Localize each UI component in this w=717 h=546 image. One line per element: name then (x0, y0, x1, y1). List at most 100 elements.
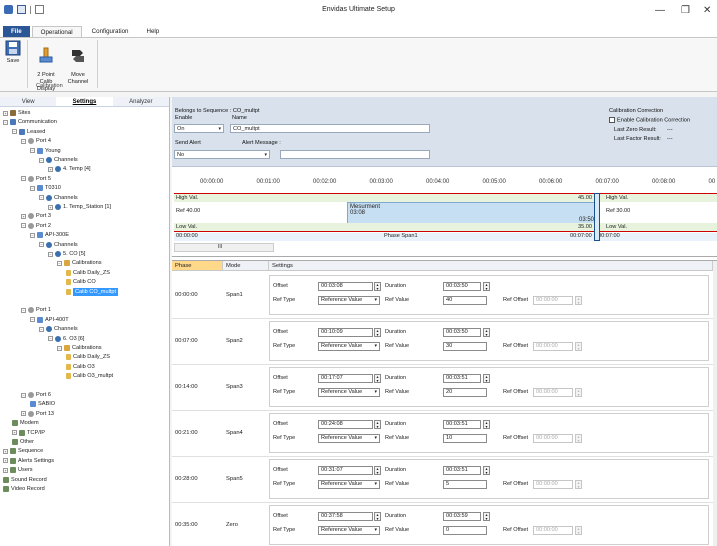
tree-node[interactable]: + Sites (3, 109, 30, 117)
expand-icon[interactable]: + (48, 204, 53, 210)
tree-node[interactable]: Calib O3_multpt (66, 372, 113, 380)
ref-value-input[interactable]: 0 (443, 526, 487, 535)
tree-node[interactable]: + Users (3, 466, 33, 474)
tree-node[interactable]: − Young (30, 147, 61, 155)
collapse-icon[interactable]: − (21, 392, 26, 398)
collapse-icon[interactable]: − (57, 345, 62, 351)
tab-settings[interactable]: Settings (56, 97, 113, 106)
tree-node[interactable]: − Port 2 (21, 222, 51, 230)
tree-node[interactable]: +1. Temp_Station [1] (48, 203, 111, 211)
collapse-icon[interactable]: − (21, 176, 26, 182)
ref-value-input[interactable]: 20 (443, 388, 487, 397)
ref-value-input[interactable]: 40 (443, 296, 487, 305)
phase-boundary-marker[interactable] (594, 193, 600, 241)
tree-node[interactable]: − Calibrations (57, 259, 102, 267)
ref-type-select[interactable]: Reference Value ▾ (318, 342, 380, 351)
measurement-block[interactable]: Mesurment 03:08 03:50 (347, 202, 597, 224)
alert-message-input[interactable] (280, 150, 430, 159)
collapse-icon[interactable]: − (3, 119, 8, 125)
expand-icon[interactable]: + (3, 458, 8, 464)
two-point-calib-display-button[interactable]: 2 Point Calib Display (31, 40, 61, 100)
enable-calibration-checkbox[interactable] (609, 117, 615, 123)
tree-node[interactable]: Calib O3 (66, 363, 95, 371)
tree-node[interactable]: − Channels (39, 241, 78, 249)
duration-spinner[interactable]: ▴ ▾ (483, 328, 490, 337)
offset-spinner[interactable]: ▴ ▾ (374, 374, 381, 383)
duration-input[interactable]: 00:03:51 (443, 420, 481, 429)
phase-row[interactable]: 00:07:00 Span2 Offset 00:10:09 ▴ ▾ Duration 00:… (172, 318, 717, 365)
expand-icon[interactable]: + (21, 213, 26, 219)
expand-icon[interactable]: + (3, 110, 8, 116)
expand-icon[interactable]: + (12, 430, 17, 436)
expand-icon[interactable]: + (3, 467, 8, 473)
tree-node[interactable]: − 5. CO [5] (48, 250, 85, 258)
tree-node[interactable]: − T0310 (30, 184, 61, 192)
tree-node[interactable]: + Alerts Settings (3, 457, 54, 465)
duration-spinner[interactable]: ▴ ▾ (483, 282, 490, 291)
tree-node[interactable]: Calib Daily_ZS (66, 353, 110, 361)
offset-input[interactable]: 00:03:08 (318, 282, 373, 291)
collapse-icon[interactable]: − (48, 336, 53, 342)
duration-spinner[interactable]: ▴ ▾ (483, 420, 490, 429)
tree-node[interactable]: − Calibrations (57, 344, 102, 352)
tree-node[interactable]: + TCP/IP (12, 429, 45, 437)
offset-spinner[interactable]: ▴ ▾ (374, 282, 381, 291)
tree-node[interactable]: + Port 3 (21, 212, 51, 220)
enable-select[interactable]: On ▾ (174, 124, 224, 133)
ref-type-select[interactable]: Reference Value ▾ (318, 480, 380, 489)
save-button[interactable]: Save (4, 40, 22, 65)
collapse-icon[interactable]: − (30, 232, 35, 238)
collapse-icon[interactable]: − (21, 223, 26, 229)
duration-input[interactable]: 00:03:50 (443, 328, 481, 337)
duration-spinner[interactable]: ▴ ▾ (483, 374, 490, 383)
offset-input[interactable]: 00:24:08 (318, 420, 373, 429)
offset-spinner[interactable]: ▴ ▾ (374, 512, 381, 521)
tree-node[interactable]: − API-300E (30, 231, 69, 239)
tree-node[interactable]: Sound Record (3, 476, 47, 484)
ref-value-input[interactable]: 30 (443, 342, 487, 351)
collapse-icon[interactable]: − (30, 148, 35, 154)
duration-input[interactable]: 00:03:59 (443, 512, 481, 521)
duration-input[interactable]: 00:03:51 (443, 374, 481, 383)
ref-value-input[interactable]: 5 (443, 480, 487, 489)
collapse-icon[interactable]: − (30, 185, 35, 191)
expand-icon[interactable]: + (3, 448, 8, 454)
ref-type-select[interactable]: Reference Value ▾ (318, 296, 380, 305)
collapse-icon[interactable]: − (12, 129, 17, 135)
collapse-icon[interactable]: − (39, 326, 44, 332)
tree-node[interactable]: − Port 5 (21, 175, 51, 183)
tab-operational[interactable]: Operational (31, 26, 82, 37)
tree-node[interactable]: Calib Daily_ZS (66, 269, 110, 277)
tree-node[interactable]: − Port 6 (21, 391, 51, 399)
tree-node[interactable]: − 6. O3 [6] (48, 335, 84, 343)
ref-type-select[interactable]: Reference Value ▾ (318, 526, 380, 535)
tree-node[interactable]: SABIO (30, 400, 55, 408)
tree-node[interactable]: − Channels (39, 194, 78, 202)
send-alert-select[interactable]: No ▾ (174, 150, 270, 159)
duration-spinner[interactable]: ▴ ▾ (483, 512, 490, 521)
tab-file[interactable]: File (3, 26, 30, 37)
duration-input[interactable]: 00:03:50 (443, 282, 481, 291)
phase-row[interactable]: 00:28:00 Span5 Offset 00:31:07 ▴ ▾ Duration 00:… (172, 456, 717, 503)
tree-node[interactable]: − Channels (39, 156, 78, 164)
tree-node[interactable]: − Channels (39, 325, 78, 333)
tree-node[interactable]: − Communication (3, 118, 57, 126)
offset-input[interactable]: 00:17:07 (318, 374, 373, 383)
offset-spinner[interactable]: ▴ ▾ (374, 466, 381, 475)
collapse-icon[interactable]: − (21, 307, 26, 313)
tree-node[interactable]: Modem (12, 419, 39, 427)
tree-node[interactable]: − Port 4 (21, 137, 51, 145)
offset-input[interactable]: 00:37:58 (318, 512, 373, 521)
header-mode[interactable]: Mode (223, 261, 269, 271)
expand-icon[interactable]: + (48, 166, 53, 172)
tab-help[interactable]: Help (138, 26, 167, 37)
collapse-icon[interactable]: − (48, 251, 53, 257)
phase-row[interactable]: 00:00:00 Span1 Offset 00:03:08 ▴ ▾ Duration 00:… (172, 272, 717, 319)
offset-input[interactable]: 00:10:09 (318, 328, 373, 337)
tree-node[interactable]: − Leased (12, 128, 45, 136)
tab-view[interactable]: View (0, 97, 56, 106)
header-settings[interactable]: Settings (269, 261, 713, 271)
calibration-timeline[interactable]: 00:00:00 00:01:00 00:02:00 00:03:00 00:04:00… (172, 167, 717, 257)
collapse-icon[interactable]: − (30, 317, 35, 323)
tree-node[interactable]: Calib CO (66, 278, 96, 286)
